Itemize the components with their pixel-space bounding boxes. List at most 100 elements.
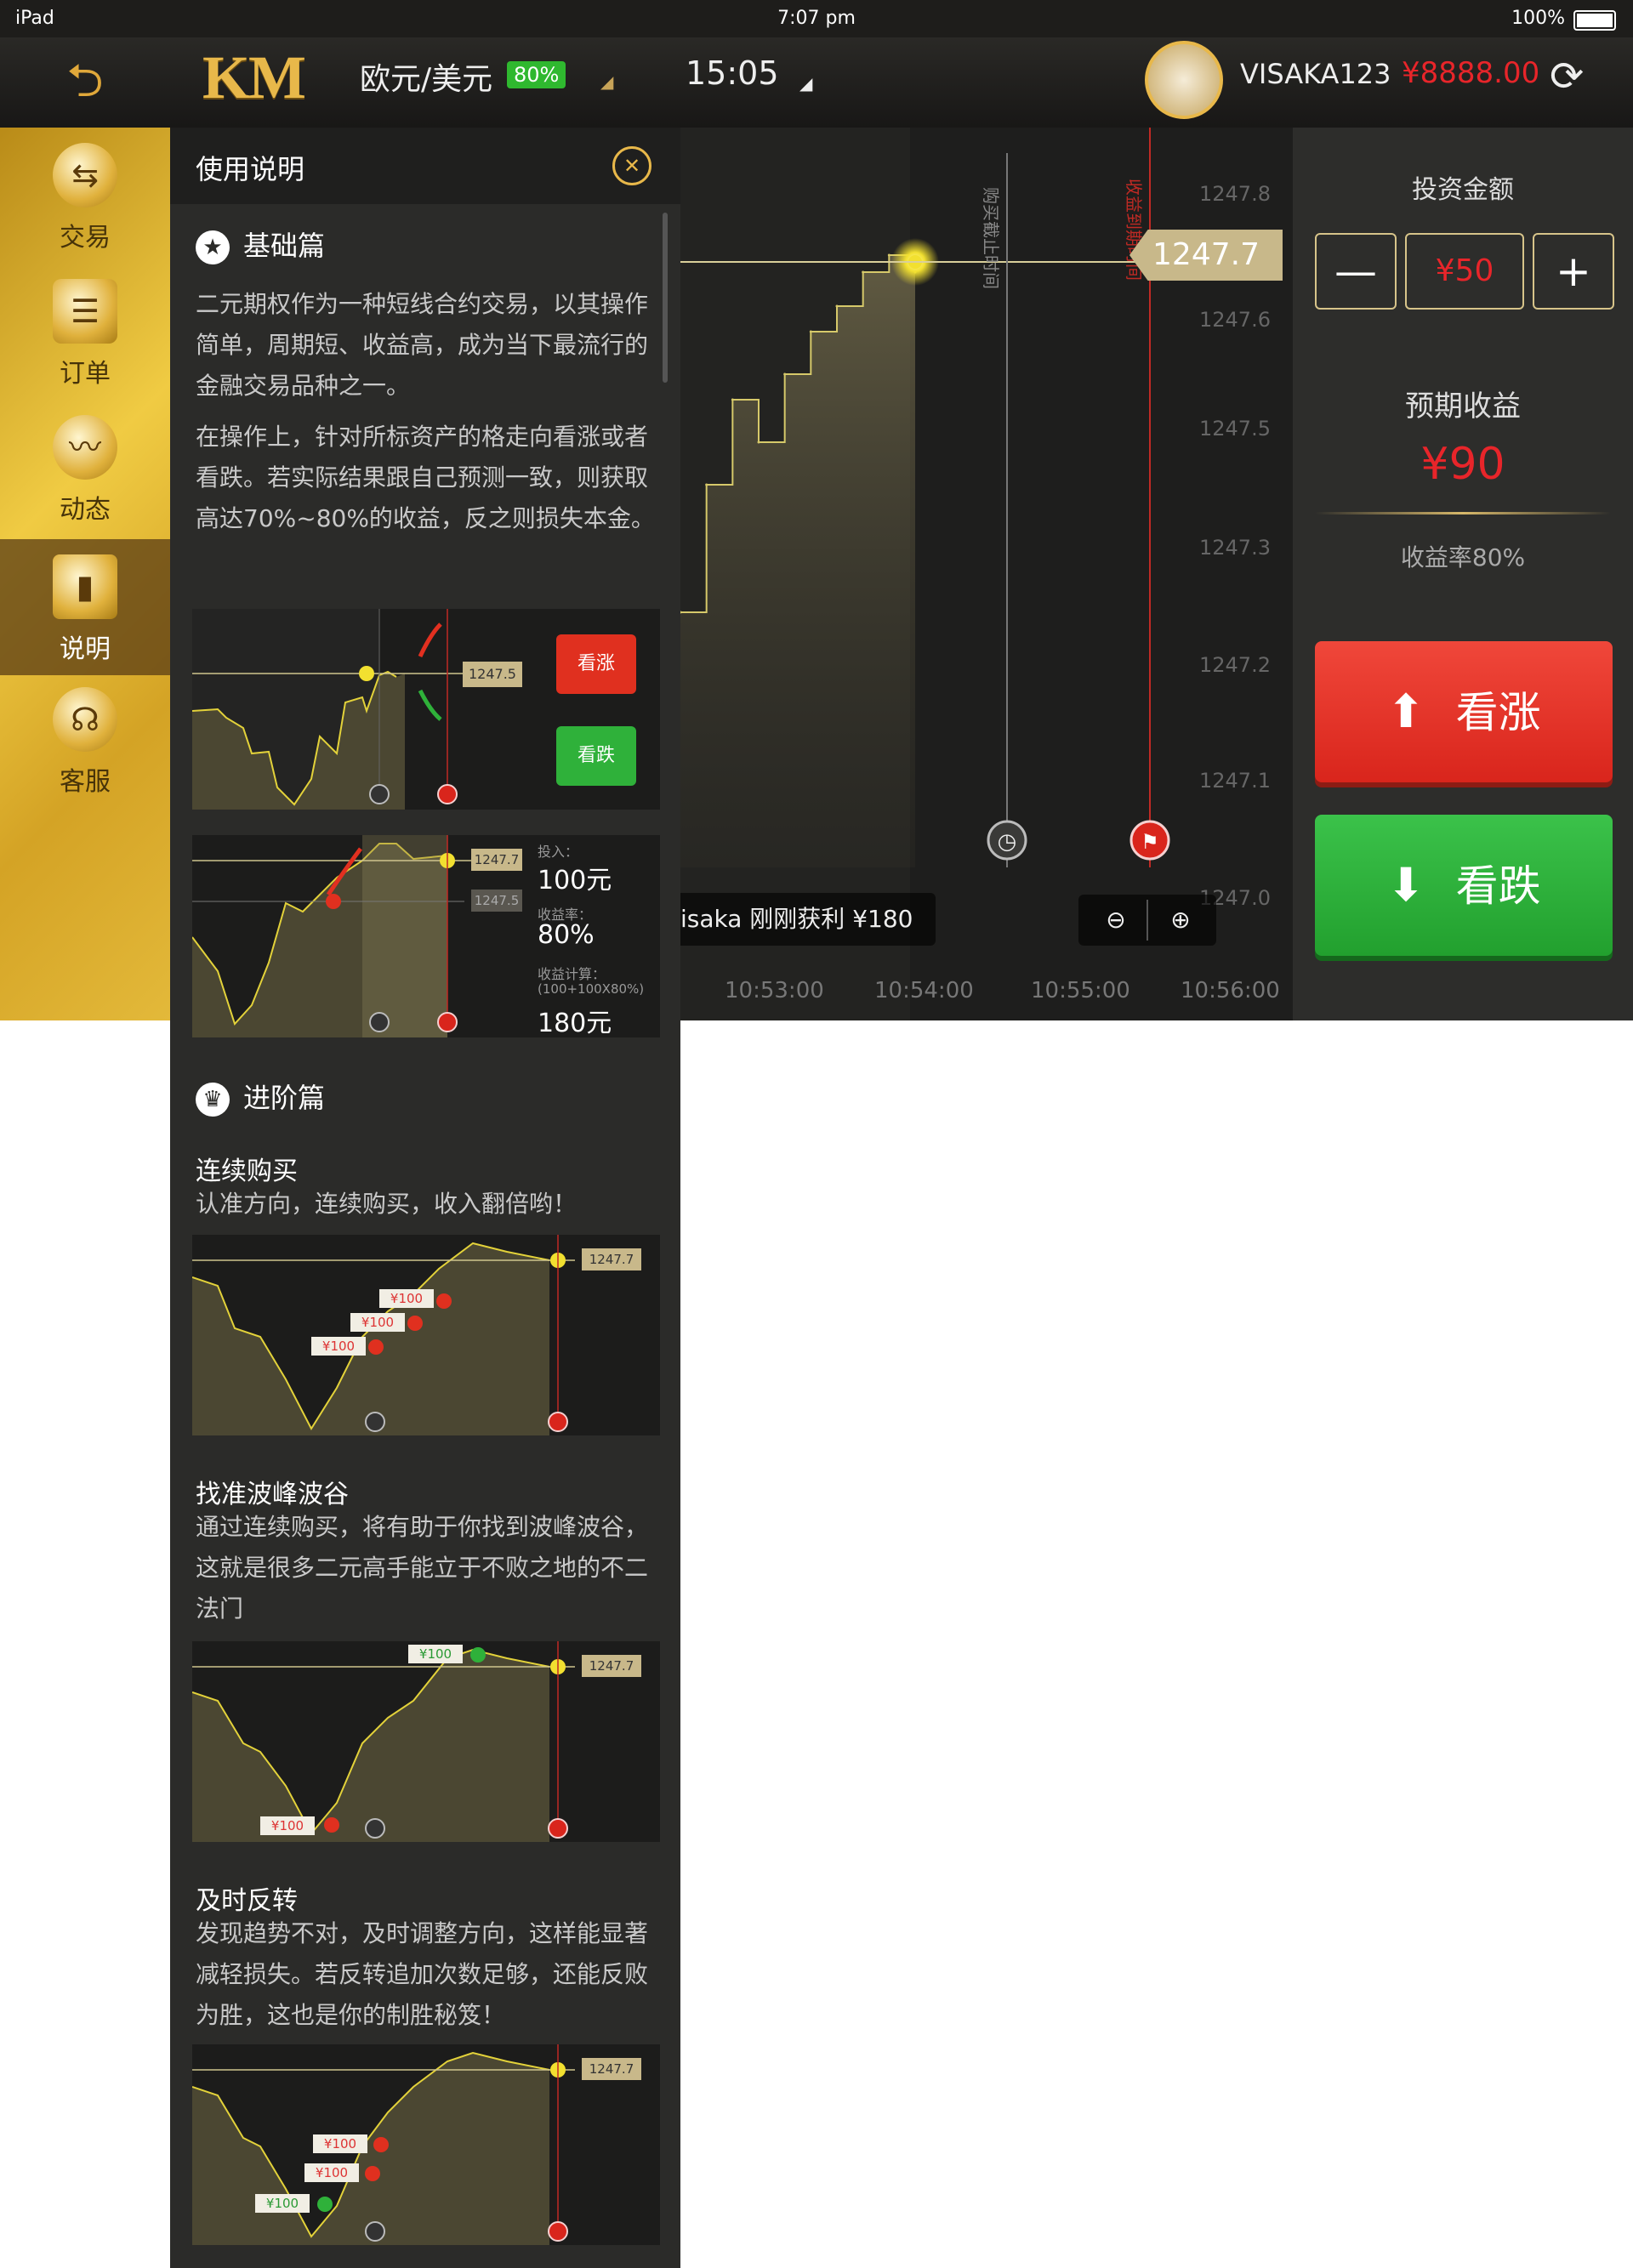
asset-selector[interactable]: 欧元/美元	[360, 54, 492, 99]
exchange-icon: ⇆	[53, 143, 117, 207]
zoom-in-icon[interactable]: ⊕	[1164, 903, 1198, 937]
order-tag: ¥100	[255, 2194, 310, 2213]
data-point	[705, 483, 708, 486]
illus1-price-tag: 1247.5	[463, 662, 522, 687]
order-tag: ¥100	[304, 2163, 359, 2182]
help-panel: 使用说明 ✕ ★ 基础篇 二元期权作为一种短线合约交易，以其操作简单，周期短、收益…	[170, 128, 680, 2268]
sidebar-item-help[interactable]: ▮ 说明	[0, 539, 170, 675]
expiry-time: 15:05	[686, 54, 779, 92]
sidebar-item-label: 说明	[60, 634, 111, 664]
advanced-title-text: 进阶篇	[243, 1082, 326, 1114]
illustration-up-down: 1247.5 看涨 看跌	[192, 609, 660, 810]
current-price-tag: 1247.7	[1129, 230, 1283, 281]
data-point	[862, 270, 865, 274]
sidebar-item-support[interactable]: ☊ 客服	[0, 672, 170, 808]
illustration-peak-trough: 1247.7 ¥100 ¥100	[192, 1641, 660, 1842]
x-tick: 10:55:00	[1031, 978, 1130, 1003]
sidebar-item-trade[interactable]: ⇆ 交易	[0, 128, 170, 264]
order-tag: ¥100	[260, 1816, 315, 1835]
sidebar-item-label: 动态	[60, 495, 111, 525]
basic-title-text: 基础篇	[243, 230, 326, 262]
y-tick: 1247.1	[1199, 769, 1271, 793]
clock-glyph: ◷	[998, 829, 1017, 855]
expiry-dropdown-icon[interactable]: ◢	[799, 73, 812, 94]
star-icon: ★	[196, 230, 230, 264]
illus2-calc-formula: (100+100X80%)	[538, 981, 645, 997]
y-tick: 1247.2	[1199, 653, 1271, 677]
expected-value: ¥90	[1420, 439, 1505, 490]
close-icon[interactable]: ✕	[612, 146, 651, 185]
asset-dropdown-icon[interactable]: ◢	[600, 71, 613, 92]
help-header: 使用说明 ✕	[170, 128, 680, 204]
illus2-rate-value: 80%	[538, 920, 595, 950]
illus2-calc-label: 收益计算：	[538, 966, 606, 982]
x-tick: 10:53:00	[725, 978, 824, 1003]
data-point	[731, 398, 734, 401]
illus2-invest-value: 100元	[538, 866, 612, 895]
illus2-calc-value: 180元	[538, 1009, 612, 1037]
advanced-section-title: ♛ 进阶篇	[196, 1077, 325, 1117]
battery-icon	[1573, 10, 1616, 31]
order-tag: ¥100	[311, 1337, 366, 1356]
sidebar: ⇆ 交易 ☰ 订单 〰 动态 ▮ 说明 ☊ 客服	[0, 128, 170, 1020]
trend-icon: 〰	[53, 415, 117, 480]
top-bar: ⮌ KM 欧元/美元 80% ◢ 15:05 ◢ VISAKA123 ¥8888…	[0, 37, 1633, 129]
illus2-invest-label: 投入：	[538, 844, 579, 860]
profit-notification: isaka 刚刚获利 ¥180	[680, 893, 936, 946]
trade-panel: 投资金额 — ¥50 + 预期收益 ¥90 收益率80% ⬆ 看涨 ⬇ 看跌	[1293, 128, 1633, 1020]
tip-2-text: 通过连续购买，将有助于你找到波峰波谷，这就是很多二元高手能立于不败之地的不二法门	[196, 1513, 649, 1623]
refresh-icon[interactable]: ⟳	[1550, 53, 1584, 100]
sidebar-item-orders[interactable]: ☰ 订单	[0, 264, 170, 400]
data-point	[757, 441, 760, 444]
arrow-down-icon: ⬇	[1386, 858, 1425, 912]
back-button[interactable]: ⮌	[49, 51, 121, 111]
crown-icon: ♛	[196, 1083, 230, 1117]
sidebar-item-label: 客服	[60, 767, 111, 797]
y-tick: 1247.5	[1199, 417, 1271, 441]
price-chart[interactable]: ◷ ⚑ 购买截止时间 收益到期时间 1247.8 1247.6 1247.5 1…	[680, 128, 1293, 1020]
order-tag: ¥100	[379, 1289, 434, 1308]
flag-glyph: ⚑	[1141, 830, 1159, 854]
illustration-payout: 1247.7 1247.5 投入： 100元 收益率： 80% 收益计算： (1…	[192, 835, 660, 1037]
zoom-controls: ⊖ ⊕	[1078, 895, 1216, 946]
expected-label: 预期收益	[1405, 389, 1521, 423]
put-button[interactable]: ⬇ 看跌	[1315, 815, 1613, 956]
expiry-selector[interactable]: 15:05	[686, 54, 779, 92]
data-point	[783, 372, 787, 376]
y-tick: 1247.6	[1199, 308, 1271, 332]
increase-amount-button[interactable]: +	[1533, 233, 1614, 310]
book-icon: ▮	[53, 554, 117, 619]
illus1-down-button: 看跌	[556, 726, 636, 786]
illustration-reversal: 1247.7 ¥100 ¥100 ¥100	[192, 2044, 660, 2245]
scrollbar[interactable]	[663, 213, 668, 383]
list-icon: ☰	[53, 279, 117, 344]
help-title: 使用说明	[196, 153, 305, 185]
call-button[interactable]: ⬆ 看涨	[1315, 641, 1613, 782]
arrow-up-icon: ⬆	[1386, 685, 1425, 738]
sidebar-item-label: 交易	[60, 223, 111, 253]
tip-1-text: 认准方向，连续购买，收入翻倍哟！	[196, 1190, 578, 1218]
illus1-up-button: 看涨	[556, 634, 636, 694]
basic-paragraph-1: 二元期权作为一种短线合约交易，以其操作简单，周期短、收益高，成为当下最流行的金融…	[196, 290, 649, 400]
sidebar-item-news[interactable]: 〰 动态	[0, 400, 170, 536]
username: VISAKA123	[1240, 58, 1391, 90]
y-tick: 1247.8	[1199, 182, 1271, 206]
tip3-price-tag: 1247.7	[582, 2058, 641, 2080]
zoom-out-icon[interactable]: ⊖	[1099, 903, 1133, 937]
amount-input[interactable]: ¥50	[1405, 233, 1524, 310]
data-point	[809, 330, 812, 333]
tip-1-title: 连续购买	[196, 1157, 298, 1186]
battery-percent: 100%	[1511, 8, 1565, 29]
data-point	[887, 253, 890, 257]
tip-3-text: 发现趋势不对，及时调整方向，这样能显著减轻损失。若反转追加次数足够，还能反败为胜…	[196, 1919, 649, 2029]
call-label: 看涨	[1455, 688, 1541, 737]
asset-name: 欧元/美元	[360, 62, 493, 97]
illustration-consecutive: 1247.7 ¥100 ¥100 ¥100	[192, 1235, 660, 1435]
invest-label: 投资金额	[1412, 175, 1514, 205]
order-tag: ¥100	[350, 1313, 405, 1332]
status-bar: iPad 7:07 pm 100%	[0, 0, 1633, 37]
avatar[interactable]	[1145, 41, 1223, 119]
app-logo: KM	[202, 43, 306, 111]
x-tick: 10:54:00	[874, 978, 974, 1003]
decrease-amount-button[interactable]: —	[1315, 233, 1397, 310]
